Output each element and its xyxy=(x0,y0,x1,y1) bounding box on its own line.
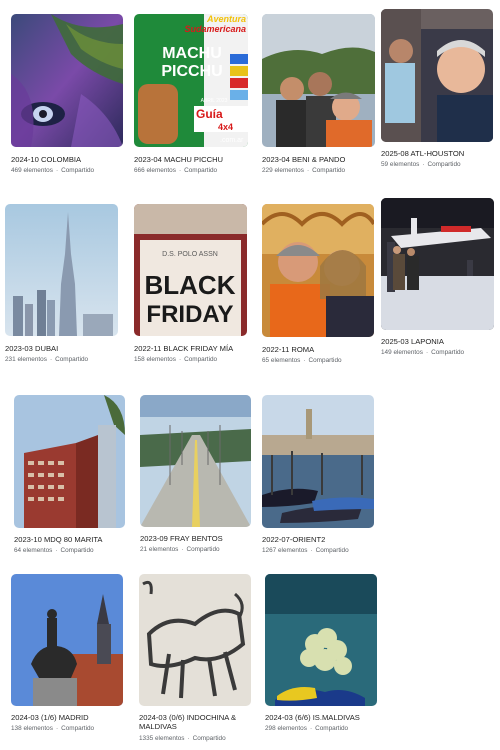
album-card[interactable]: D.S. POLO ASSN BLACK FRIDAY 2022-11 BLAC… xyxy=(134,204,247,366)
album-status: Compartido xyxy=(312,167,346,174)
album-count: 65 elementos xyxy=(262,357,301,364)
album-count: 59 elementos xyxy=(381,161,420,168)
album-card[interactable]: 2024-03 (0/6) INDOCHINA & MALDIVAS 1335 … xyxy=(139,574,251,746)
poster-line4: PICCHU xyxy=(161,63,222,80)
poster-line1: Aventura xyxy=(206,14,246,24)
album-card[interactable]: 2023-04 BENI & PANDO 229 elementos · Compa… xyxy=(262,14,375,176)
album-status: Compartido xyxy=(61,725,95,732)
album-count: 298 elementos xyxy=(265,725,307,732)
poster-line2: Sudamericana xyxy=(184,24,246,34)
album-thumbnail[interactable] xyxy=(381,9,493,142)
album-status: Compartido xyxy=(186,546,220,553)
album-meta: 1267 elementos · Compartido xyxy=(262,547,349,554)
album-title[interactable]: 2025-08 ATL-HOUSTON xyxy=(381,149,464,158)
sign-line2: FRIDAY xyxy=(146,301,233,328)
album-status: Compartido xyxy=(431,349,465,356)
album-status: Compartido xyxy=(308,357,342,364)
album-meta: 1335 elementos · Compartido xyxy=(139,735,226,742)
album-title[interactable]: 2022-11 BLACK FRIDAY MÍA xyxy=(134,344,233,353)
album-title[interactable]: 2023-04 BENI & PANDO xyxy=(262,155,345,164)
album-card[interactable]: 2023-03 DUBAI 231 elementos · Compartido xyxy=(5,204,118,366)
album-title[interactable]: 2025-03 LAPONIA xyxy=(381,337,444,346)
album-meta: 158 elementos · Compartido xyxy=(134,356,218,363)
album-status: Compartido xyxy=(315,725,349,732)
album-card[interactable]: 2025-03 LAPONIA 149 elementos · Compartido xyxy=(381,198,494,360)
album-meta: 229 elementos · Compartido xyxy=(262,167,346,174)
album-count: 21 elementos xyxy=(140,546,179,553)
album-title[interactable]: 2023-09 FRAY BENTOS xyxy=(140,534,223,543)
album-status: Compartido xyxy=(60,547,94,554)
album-count: 469 elementos xyxy=(11,167,53,174)
album-title[interactable]: 2024-03 (6/6) IS.MALDIVAS xyxy=(265,713,360,722)
album-count: 64 elementos xyxy=(14,547,53,554)
album-status: Compartido xyxy=(55,356,89,363)
album-card[interactable]: 2022-07-ORIENT2 1267 elementos · Compartid… xyxy=(262,395,374,557)
album-thumbnail[interactable] xyxy=(140,395,251,527)
album-status: Compartido xyxy=(61,167,95,174)
album-status: Compartido xyxy=(192,735,226,742)
album-card[interactable]: 2023-10 MDQ 80 MARITA 64 elementos · Compa… xyxy=(14,395,125,557)
album-count: 149 elementos xyxy=(381,349,423,356)
album-meta: 138 elementos · Compartido xyxy=(11,725,95,732)
album-meta: 64 elementos · Compartido xyxy=(14,547,94,554)
poster-line3: MACHU xyxy=(162,45,222,62)
poster-date: ABRIL 2023 xyxy=(201,98,228,104)
album-title[interactable]: 2024-03 (0/6) INDOCHINA & MALDIVAS xyxy=(139,713,249,731)
album-title[interactable]: 2023-03 DUBAI xyxy=(5,344,58,353)
album-status: Compartido xyxy=(427,161,461,168)
album-thumbnail[interactable]: Aventura Sudamericana MACHU PICCHU ABRIL… xyxy=(134,14,248,147)
album-title[interactable]: 2023-10 MDQ 80 MARITA xyxy=(14,535,103,544)
album-count: 1335 elementos xyxy=(139,735,185,742)
album-count: 1267 elementos xyxy=(262,547,308,554)
album-card[interactable]: Aventura Sudamericana MACHU PICCHU ABRIL… xyxy=(134,14,248,176)
album-thumbnail[interactable]: D.S. POLO ASSN BLACK FRIDAY xyxy=(134,204,247,336)
album-meta: 149 elementos · Compartido xyxy=(381,349,465,356)
album-thumbnail[interactable] xyxy=(262,395,374,528)
album-card[interactable]: 2024-10 COLOMBIA 469 elementos · Compartid… xyxy=(11,14,123,176)
album-count: 229 elementos xyxy=(262,167,304,174)
album-meta: 666 elementos · Compartido xyxy=(134,167,218,174)
album-title[interactable]: 2023-04 MACHU PICCHU xyxy=(134,155,223,164)
album-thumbnail[interactable] xyxy=(5,204,118,336)
sign-brand: D.S. POLO ASSN xyxy=(162,251,218,258)
album-count: 231 elementos xyxy=(5,356,47,363)
album-thumbnail[interactable] xyxy=(14,395,125,528)
album-thumbnail[interactable] xyxy=(381,198,494,330)
album-thumbnail[interactable] xyxy=(139,574,251,706)
sign-line1: BLACK xyxy=(145,270,236,300)
album-count: 666 elementos xyxy=(134,167,176,174)
album-card[interactable]: 2025-08 ATL-HOUSTON 59 elementos · Compart… xyxy=(381,9,493,171)
album-title[interactable]: 2022-07-ORIENT2 xyxy=(262,535,325,544)
album-thumbnail[interactable] xyxy=(262,204,374,337)
album-title[interactable]: 2022-11 ROMA xyxy=(262,345,314,354)
album-card[interactable]: 2022-11 ROMA 65 elementos · Compartido xyxy=(262,204,374,366)
album-meta: 298 elementos · Compartido xyxy=(265,725,349,732)
album-thumbnail[interactable] xyxy=(265,574,377,706)
album-status: Compartido xyxy=(315,547,349,554)
album-thumbnail[interactable] xyxy=(262,14,375,147)
album-meta: 231 elementos · Compartido xyxy=(5,356,89,363)
album-meta: 65 elementos · Compartido xyxy=(262,357,342,364)
poster-line6: 4x4 xyxy=(218,122,233,132)
album-status: Compartido xyxy=(184,167,218,174)
album-thumbnail[interactable] xyxy=(11,574,123,706)
poster-line5: Guía xyxy=(196,107,223,121)
album-status: Compartido xyxy=(184,356,218,363)
album-meta: 21 elementos · Compartido xyxy=(140,546,220,553)
album-card[interactable]: 2024-03 (6/6) IS.MALDIVAS 298 elementos ·… xyxy=(265,574,377,736)
album-meta: 59 elementos · Compartido xyxy=(381,161,461,168)
album-title[interactable]: 2024-03 (1/6) MADRID xyxy=(11,713,89,722)
album-count: 158 elementos xyxy=(134,356,176,363)
album-count: 138 elementos xyxy=(11,725,53,732)
album-card[interactable]: 2023-09 FRAY BENTOS 21 elementos · Compart… xyxy=(140,395,251,557)
album-thumbnail[interactable] xyxy=(11,14,123,147)
album-title[interactable]: 2024-10 COLOMBIA xyxy=(11,155,81,164)
album-card[interactable]: 2024-03 (1/6) MADRID 138 elementos · Compa… xyxy=(11,574,123,736)
poster-line7: .com.ar xyxy=(220,137,244,144)
album-meta: 469 elementos · Compartido xyxy=(11,167,95,174)
